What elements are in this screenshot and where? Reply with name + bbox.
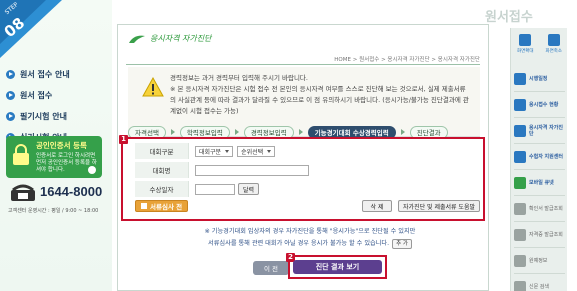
award-date-label: 수상일자 bbox=[135, 181, 189, 197]
logo-text: 응시자격 자가진단 bbox=[150, 34, 212, 43]
leaf-logo-icon bbox=[129, 35, 145, 43]
select-value: 대회구분 bbox=[199, 148, 222, 156]
award-form: 대회구분 대회구분 순위선택 대회명 수상일자 달력 bbox=[135, 143, 480, 200]
quick-menu-sidebar: 화면확대 화면축소 시행일정 응시접수 현황 응시자격 자가진단 수험자 지원센… bbox=[510, 28, 567, 291]
zoom-in-button[interactable]: 화면확대 bbox=[514, 34, 536, 60]
calendar-button[interactable]: 달력 bbox=[238, 183, 260, 195]
chart-icon bbox=[514, 98, 526, 111]
document-icon bbox=[141, 203, 147, 209]
quick-item-label: 신문 검색 bbox=[529, 283, 549, 290]
quick-item-label: 확인서 발급조회 bbox=[529, 205, 563, 212]
view-result-button[interactable]: 진단 결과 보기 bbox=[293, 260, 382, 274]
quick-item-schedule[interactable]: 시행일정 bbox=[514, 66, 565, 92]
phone-hours: 고객센터 운영시간 : 평일 / 9:00 ~ 18:00 bbox=[8, 208, 99, 214]
prev-button[interactable]: 이 전 bbox=[253, 261, 289, 275]
cert-title: 공인인증서 등록 bbox=[36, 141, 87, 150]
select-value: 순위선택 bbox=[241, 148, 264, 156]
go-icon bbox=[88, 166, 96, 174]
chevron-down-icon bbox=[225, 149, 230, 153]
quick-item-license[interactable]: 자격증 발급조회 bbox=[514, 222, 565, 248]
competition-name-label: 대회명 bbox=[135, 162, 189, 178]
quick-item-self-diagnosis[interactable]: 응시자격 자가진단 bbox=[514, 118, 565, 144]
zoom-controls: 화면확대 화면축소 bbox=[511, 34, 568, 64]
rank-select[interactable]: 순위선택 bbox=[237, 145, 276, 157]
arrow-right-icon bbox=[170, 129, 175, 135]
left-menu-label: 원서 접수 안내 bbox=[20, 70, 70, 79]
highlight-number-badge: 1 bbox=[119, 135, 128, 144]
arrow-bullet-icon bbox=[6, 70, 15, 79]
lock-icon bbox=[13, 144, 29, 165]
divider bbox=[126, 64, 480, 65]
certificate-register-banner[interactable]: 공인인증서 등록 인증서로 로그인 하시려면 먼저 공인인증서 등록을 하셔야 … bbox=[6, 136, 102, 178]
chevron-down-icon bbox=[267, 149, 272, 153]
license-icon bbox=[514, 228, 526, 241]
form-row-competition-name: 대회명 bbox=[135, 162, 480, 178]
quick-item-info[interactable]: 원예정보 bbox=[514, 248, 565, 274]
quick-item-label: 응시자격 자가진단 bbox=[529, 124, 563, 137]
notice-text: 경력정보는 과거 경력부터 입력해 주시기 바랍니다. ※ 본 응시자격 자가진… bbox=[170, 73, 470, 117]
search-icon bbox=[514, 280, 526, 291]
mobile-icon bbox=[514, 176, 526, 189]
quick-item-label: 자격증 발급조회 bbox=[529, 231, 563, 238]
quick-item-label: 시행일정 bbox=[529, 75, 548, 82]
warning-icon bbox=[142, 77, 164, 97]
quick-item-search[interactable]: 신문 검색 bbox=[514, 274, 565, 291]
left-menu-label: 필기시험 안내 bbox=[20, 112, 67, 121]
quick-item-confirmation[interactable]: 확인서 발급조회 bbox=[514, 196, 565, 222]
phone-number: 1644-8000 bbox=[40, 184, 103, 199]
breadcrumb: HOME > 원서접수 > 응시자격 자가진단 > 응시자격 자가진단 bbox=[334, 57, 480, 63]
left-menu-label: 원서 접수 bbox=[20, 91, 53, 100]
award-date-input[interactable] bbox=[195, 183, 235, 195]
form-row-award-date: 수상일자 달력 bbox=[135, 181, 480, 197]
notice-line-1: 경력정보는 과거 경력부터 입력해 주시기 바랍니다. bbox=[170, 74, 308, 82]
bottom-note-line-1: ※ 기능경기대회 입상자의 경우 자가진단을 통해 "응시가능"으로 진단될 수… bbox=[204, 228, 416, 235]
competition-name-input[interactable] bbox=[195, 164, 309, 176]
quick-item-label: 모바일 큐넷 bbox=[529, 179, 554, 186]
calendar-icon bbox=[514, 72, 526, 85]
zoom-out-button[interactable]: 화면축소 bbox=[543, 34, 565, 60]
competition-type-select[interactable]: 대회구분 bbox=[195, 145, 234, 157]
left-menu-item-written-test[interactable]: 필기시험 안내 bbox=[6, 106, 110, 127]
document-icon bbox=[514, 202, 526, 215]
quick-item-application-status[interactable]: 응시접수 현황 bbox=[514, 92, 565, 118]
step-badge: STEP 08 bbox=[0, 0, 62, 58]
left-menu-item-apply-guide[interactable]: 원서 접수 안내 bbox=[6, 64, 110, 85]
arrow-right-icon bbox=[298, 129, 303, 135]
zoom-in-icon bbox=[519, 34, 532, 46]
competition-type-label: 대회구분 bbox=[135, 143, 189, 159]
page-heading: 원서접수 bbox=[485, 10, 533, 25]
guide-help-button[interactable]: 자가진단 및 제출서류 도움말 bbox=[398, 200, 480, 212]
quick-item-label: 원예정보 bbox=[529, 257, 548, 264]
arrow-right-icon bbox=[234, 129, 239, 135]
zoom-in-label: 화면확대 bbox=[516, 49, 534, 54]
quick-item-mobile[interactable]: 모바일 큐넷 bbox=[514, 170, 565, 196]
left-sidebar: STEP 08 원서 접수 안내 원서 접수 필기시험 안내 실기시험 안내 공… bbox=[0, 0, 112, 291]
left-menu-item-apply[interactable]: 원서 접수 bbox=[6, 85, 110, 106]
quick-menu-list: 시행일정 응시접수 현황 응시자격 자가진단 수험자 지원센터 모바일 큐넷 확… bbox=[514, 66, 565, 291]
support-icon bbox=[514, 150, 526, 163]
checklist-icon bbox=[514, 124, 526, 137]
arrow-bullet-icon bbox=[6, 91, 15, 100]
document-review-button[interactable]: 서류심사 전 bbox=[135, 200, 189, 212]
document-review-label: 서류심사 전 bbox=[150, 203, 183, 211]
bottom-note: ※ 기능경기대회 입상자의 경우 자가진단을 통해 "응시가능"으로 진단될 수… bbox=[150, 226, 470, 250]
bottom-note-text: 서류심사를 통해 관련 대회가 아닐 경우 응시가 불가능 할 수 있습니다. bbox=[208, 240, 390, 247]
form-actions: 서류심사 전 삭 제 자가진단 및 제출서류 도움말 bbox=[135, 199, 480, 213]
arrow-right-icon bbox=[400, 129, 405, 135]
notice-line-2: ※ 본 응시자격 자가진단은 시험 접수 전 본인의 응시자격 여부를 스스로 … bbox=[170, 85, 469, 115]
quick-item-label: 수험자 지원센터 bbox=[529, 153, 563, 160]
delete-button[interactable]: 삭 제 bbox=[362, 200, 393, 212]
quick-item-label: 응시접수 현황 bbox=[529, 101, 559, 108]
bottom-note-line-2: 서류심사를 통해 관련 대회가 아닐 경우 응시가 불가능 할 수 있습니다. 추… bbox=[150, 238, 470, 250]
quick-item-support-center[interactable]: 수험자 지원센터 bbox=[514, 144, 565, 170]
phone-icon bbox=[11, 184, 35, 201]
zoom-out-label: 화면축소 bbox=[545, 49, 563, 54]
form-row-competition-type: 대회구분 대회구분 순위선택 bbox=[135, 143, 480, 159]
info-icon bbox=[514, 254, 526, 267]
zoom-out-icon bbox=[547, 34, 560, 46]
add-button[interactable]: 추 가 bbox=[392, 239, 412, 249]
arrow-bullet-icon bbox=[6, 112, 15, 121]
service-logo: 응시자격 자가진단 bbox=[128, 33, 211, 44]
